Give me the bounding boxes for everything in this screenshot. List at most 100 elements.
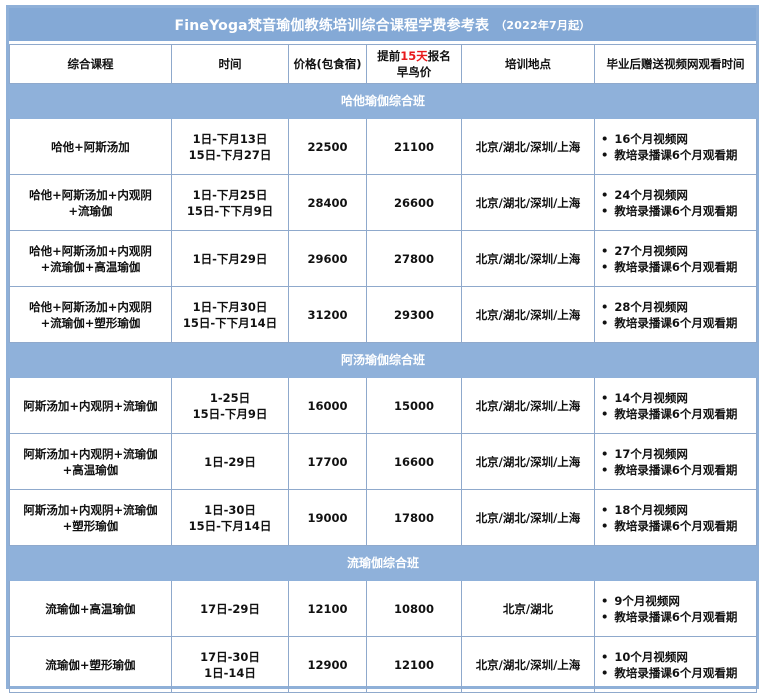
course-line: +流瑜伽+塑形瑜伽 bbox=[40, 315, 141, 330]
col-course: 综合课程 bbox=[9, 44, 172, 84]
course-cell: 哈他+阿斯汤加+内观阴 +流瑜伽 bbox=[9, 174, 172, 231]
price-cell: 28400 bbox=[288, 174, 367, 231]
early-price-cell: 21100 bbox=[366, 118, 462, 175]
gift-item: 教培录播课6个月观看期 bbox=[601, 203, 753, 219]
gift-cell: 14个月视频网教培录播课6个月观看期 bbox=[594, 377, 757, 434]
gift-item: 教培录播课6个月观看期 bbox=[601, 665, 753, 681]
price-cell: 19000 bbox=[288, 489, 367, 546]
course-cell: 阿斯汤加+内观阴+流瑜伽 bbox=[9, 377, 172, 434]
location-cell: 北京/湖北 bbox=[461, 580, 595, 637]
time-line: 1日-14日 bbox=[204, 665, 256, 680]
time-cell: 17日-30日 1日-14日 bbox=[171, 636, 289, 693]
price-cell: 31200 bbox=[288, 286, 367, 343]
gift-item: 教培录播课6个月观看期 bbox=[601, 259, 753, 275]
section-row: 哈他瑜伽综合班 bbox=[9, 83, 757, 119]
section-title: 哈他瑜伽综合班 bbox=[9, 83, 757, 119]
course-line: +流瑜伽 bbox=[68, 203, 113, 218]
course-cell: 阿斯汤加+内观阴+流瑜伽 +塑形瑜伽 bbox=[9, 489, 172, 546]
time-line: 15日-下月9日 bbox=[192, 406, 268, 421]
location-cell: 北京/湖北/深圳/上海 bbox=[461, 636, 595, 693]
col-early-suffix: 报名 bbox=[427, 49, 451, 63]
course-cell: 哈他+阿斯汤加 bbox=[9, 118, 172, 175]
time-cell: 1日-30日 15日-下月14日 bbox=[171, 489, 289, 546]
table-title-date: （2022年7月起） bbox=[495, 18, 591, 32]
gift-item: 17个月视频网 bbox=[601, 446, 753, 462]
early-price-cell: 26600 bbox=[366, 174, 462, 231]
col-early-line2: 早鸟价 bbox=[396, 65, 432, 79]
table-row: 哈他+阿斯汤加+内观阴 +流瑜伽 1日-下月25日 15日-下下月9日 28400 266… bbox=[9, 174, 757, 231]
time-line: 15日-下月14日 bbox=[188, 518, 272, 533]
price-cell: 17700 bbox=[288, 433, 367, 490]
course-line: 哈他+阿斯汤加+内观阴 bbox=[29, 243, 152, 258]
time-line: 1日-下月25日 bbox=[192, 187, 268, 202]
gift-cell: 27个月视频网教培录播课6个月观看期 bbox=[594, 230, 757, 287]
section-title: 流瑜伽综合班 bbox=[9, 545, 757, 581]
gift-cell: 10个月视频网教培录播课6个月观看期 bbox=[594, 636, 757, 693]
table-row: 阿斯汤加+内观阴+流瑜伽 +高温瑜伽 1日-29日 17700 16600 北京/湖北/深… bbox=[9, 433, 757, 490]
time-line: 1日-下月30日 bbox=[192, 299, 268, 314]
gift-cell: 18个月视频网教培录播课6个月观看期 bbox=[594, 489, 757, 546]
course-cell: 流瑜伽+塑形瑜伽 bbox=[9, 636, 172, 693]
gift-item: 教培录播课6个月观看期 bbox=[601, 609, 753, 625]
course-line: 流瑜伽+高温瑜伽 bbox=[45, 601, 136, 616]
gift-item: 18个月视频网 bbox=[601, 502, 753, 518]
table-row: 流瑜伽+塑形瑜伽 17日-30日 1日-14日 12900 12100 北京/湖北/深圳/… bbox=[9, 636, 757, 693]
time-cell: 1日-29日 bbox=[171, 433, 289, 490]
location-cell: 北京/湖北/深圳/上海 bbox=[461, 286, 595, 343]
col-gift: 毕业后赠送视频网观看时间 bbox=[594, 44, 757, 84]
time-cell: 1-25日 15日-下月9日 bbox=[171, 377, 289, 434]
gift-item: 14个月视频网 bbox=[601, 390, 753, 406]
time-line: 1日-下月13日 bbox=[192, 131, 268, 146]
gift-cell: 9个月视频网教培录播课6个月观看期 bbox=[594, 580, 757, 637]
time-cell: 1日-下月25日 15日-下下月9日 bbox=[171, 174, 289, 231]
col-early-prefix: 提前 bbox=[377, 49, 401, 63]
table-row: 流瑜伽+高温瑜伽17日-29日1210010800北京/湖北9个月视频网教培录播… bbox=[9, 580, 757, 637]
time-line: 15日-下月27日 bbox=[188, 147, 272, 162]
early-price-cell: 10800 bbox=[366, 580, 462, 637]
table-row: 阿斯汤加+内观阴+流瑜伽 1-25日 15日-下月9日 16000 15000 北京/湖北… bbox=[9, 377, 757, 434]
time-line: 1日-29日 bbox=[204, 454, 256, 469]
gift-item: 9个月视频网 bbox=[601, 593, 753, 609]
course-line: 流瑜伽+塑形瑜伽 bbox=[45, 657, 136, 672]
gift-cell: 17个月视频网教培录播课6个月观看期 bbox=[594, 433, 757, 490]
price-cell: 22500 bbox=[288, 118, 367, 175]
table-row: 哈他+阿斯汤加 1日-下月13日 15日-下月27日 22500 21100 北京/湖北/… bbox=[9, 118, 757, 175]
gift-item: 27个月视频网 bbox=[601, 243, 753, 259]
col-time: 时间 bbox=[171, 44, 289, 84]
course-cell: 哈他+阿斯汤加+内观阴 +流瑜伽+塑形瑜伽 bbox=[9, 286, 172, 343]
time-cell: 17日-29日 bbox=[171, 580, 289, 637]
table-row: 阿斯汤加+内观阴+流瑜伽 +塑形瑜伽 1日-30日 15日-下月14日 19000 178… bbox=[9, 489, 757, 546]
course-line: +高温瑜伽 bbox=[62, 462, 119, 477]
course-cell: 流瑜伽+高温瑜伽 bbox=[9, 580, 172, 637]
location-cell: 北京/湖北/深圳/上海 bbox=[461, 433, 595, 490]
course-cell: 哈他+阿斯汤加+内观阴 +流瑜伽+高温瑜伽 bbox=[9, 230, 172, 287]
col-early-price: 提前15天报名 早鸟价 bbox=[366, 44, 462, 84]
gift-item: 教培录播课6个月观看期 bbox=[601, 518, 753, 534]
table-row: 哈他+阿斯汤加+内观阴 +流瑜伽+高温瑜伽 1日-下月29日 29600 27800 北京… bbox=[9, 230, 757, 287]
course-line: 哈他+阿斯汤加 bbox=[51, 139, 130, 154]
col-price: 价格(包食宿) bbox=[288, 44, 367, 84]
gift-item: 教培录播课6个月观看期 bbox=[601, 406, 753, 422]
time-cell: 1日-下月13日 15日-下月27日 bbox=[171, 118, 289, 175]
early-price-cell: 27800 bbox=[366, 230, 462, 287]
location-cell: 北京/湖北/深圳/上海 bbox=[461, 489, 595, 546]
course-line: +流瑜伽+高温瑜伽 bbox=[40, 259, 141, 274]
price-cell: 29600 bbox=[288, 230, 367, 287]
table-body: 哈他瑜伽综合班 哈他+阿斯汤加 1日-下月13日 15日-下月27日 22500 2110… bbox=[9, 83, 757, 693]
early-price-cell: 15000 bbox=[366, 377, 462, 434]
time-line: 15日-下下月14日 bbox=[182, 315, 278, 330]
location-cell: 北京/湖北/深圳/上海 bbox=[461, 174, 595, 231]
gift-item: 28个月视频网 bbox=[601, 299, 753, 315]
header-row: 综合课程 时间 价格(包食宿) 提前15天报名 早鸟价 培训地点 毕业后赠送视频… bbox=[9, 44, 757, 84]
course-line: 阿斯汤加+内观阴+流瑜伽 bbox=[23, 398, 158, 413]
course-line: 阿斯汤加+内观阴+流瑜伽 bbox=[23, 446, 158, 461]
fee-table: 综合课程 时间 价格(包食宿) 提前15天报名 早鸟价 培训地点 毕业后赠送视频… bbox=[9, 44, 757, 693]
section-row: 阿汤瑜伽综合班 bbox=[9, 342, 757, 378]
table-title: FineYoga梵音瑜伽教练培训综合课程学费参考表 bbox=[174, 17, 490, 34]
location-cell: 北京/湖北/深圳/上海 bbox=[461, 230, 595, 287]
gift-item: 教培录播课6个月观看期 bbox=[601, 462, 753, 478]
table-row: 哈他+阿斯汤加+内观阴 +流瑜伽+塑形瑜伽 1日-下月30日 15日-下下月14日 31… bbox=[9, 286, 757, 343]
price-cell: 12900 bbox=[288, 636, 367, 693]
time-cell: 1日-下月30日 15日-下下月14日 bbox=[171, 286, 289, 343]
section-title: 阿汤瑜伽综合班 bbox=[9, 342, 757, 378]
